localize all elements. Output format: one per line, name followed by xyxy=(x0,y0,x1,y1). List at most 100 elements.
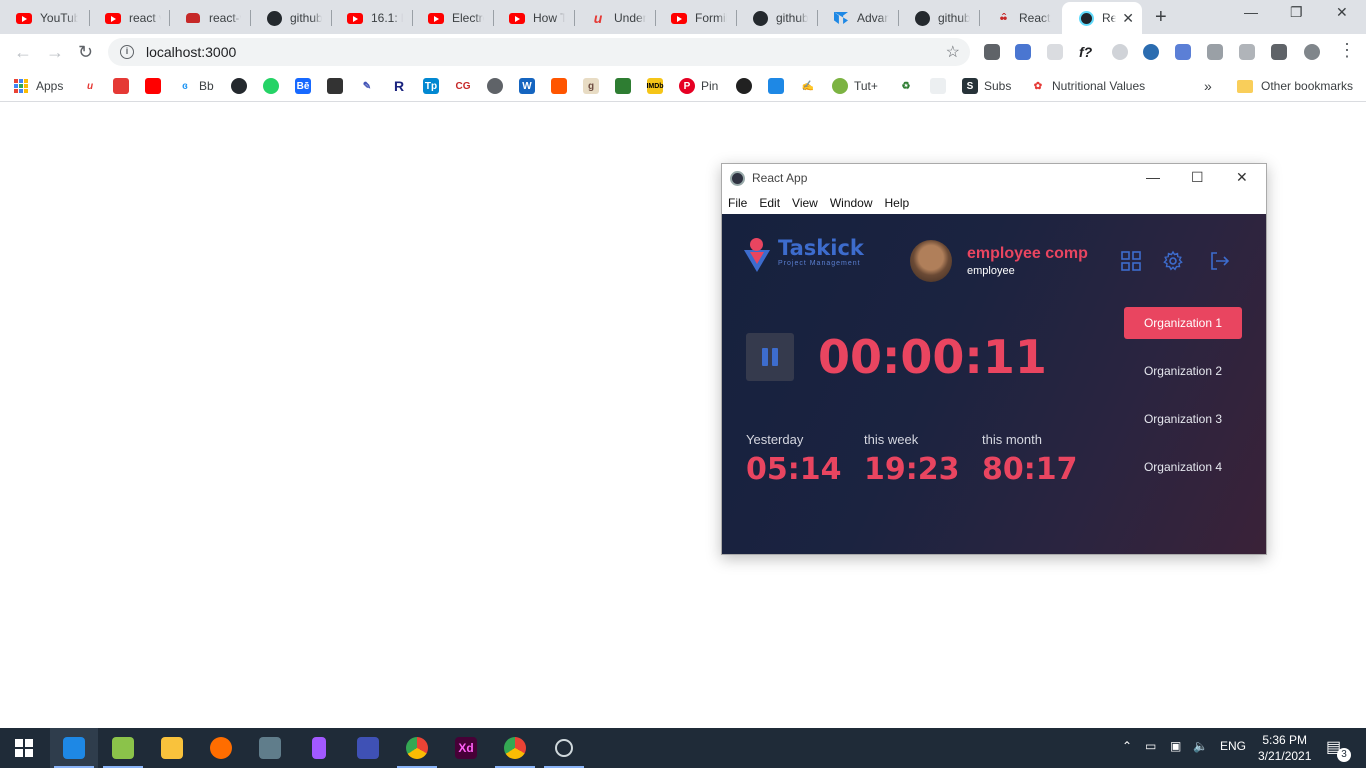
organization-1-button[interactable]: Organization 1 xyxy=(1124,307,1242,339)
bookmark[interactable]: g xyxy=(583,76,605,96)
menu-view[interactable]: View xyxy=(792,196,818,210)
bookmark[interactable]: IMDb xyxy=(646,76,669,96)
close-window-icon[interactable]: ✕ xyxy=(1336,4,1348,21)
chrome-taskbar-button[interactable] xyxy=(393,728,441,768)
vscode-taskbar-button[interactable] xyxy=(50,728,98,768)
maximize-icon[interactable]: ☐ xyxy=(1191,169,1204,186)
chevron-up-icon[interactable]: ⌃ xyxy=(1122,739,1132,753)
window-title-bar[interactable]: React App xyxy=(722,164,1266,192)
forward-icon[interactable]: → xyxy=(46,42,64,63)
dashboard-icon[interactable] xyxy=(1120,250,1142,272)
new-tab-icon[interactable]: + xyxy=(1155,6,1167,29)
browser-tab[interactable]: react-vi xyxy=(169,4,249,32)
bookmark[interactable]: ♻ xyxy=(898,76,920,96)
bookmark[interactable] xyxy=(768,76,790,96)
xd-taskbar-button[interactable]: Xd xyxy=(442,728,490,768)
calculator-taskbar-button[interactable] xyxy=(246,728,294,768)
file-explorer-taskbar-button[interactable] xyxy=(148,728,196,768)
bookmark[interactable] xyxy=(736,76,758,96)
font-icon[interactable]: f? xyxy=(1079,44,1095,60)
bookmark[interactable]: R xyxy=(391,76,413,96)
bookmark[interactable]: Tp xyxy=(423,76,445,96)
bookmark-subs[interactable]: S Subs xyxy=(962,76,1011,96)
extension-icon[interactable] xyxy=(1143,44,1159,60)
browser-tab[interactable]: YouTub xyxy=(0,4,86,32)
restore-icon[interactable]: ❐ xyxy=(1290,4,1303,21)
browser-tab[interactable]: github.c xyxy=(898,4,978,32)
pause-button[interactable] xyxy=(746,333,794,381)
minimize-icon[interactable]: — xyxy=(1146,169,1160,185)
menu-edit[interactable]: Edit xyxy=(759,196,780,210)
browser-tab[interactable]: 16.1: let xyxy=(331,4,411,32)
bookmark[interactable] xyxy=(327,76,349,96)
extension-icon[interactable] xyxy=(1047,44,1063,60)
shield-icon[interactable] xyxy=(1239,44,1255,60)
menu-window[interactable]: Window xyxy=(830,196,873,210)
bookmark[interactable] xyxy=(145,76,167,96)
bookmark-other[interactable]: Other bookmarks xyxy=(1237,76,1353,96)
puzzle-icon[interactable] xyxy=(1271,44,1287,60)
browser-tab[interactable]: Electron xyxy=(412,4,492,32)
organization-3-button[interactable]: Organization 3 xyxy=(1124,403,1242,435)
menu-file[interactable]: File xyxy=(728,196,747,210)
browser-tab[interactable]: github.c xyxy=(250,4,330,32)
minimize-icon[interactable]: — xyxy=(1244,4,1258,20)
bookmark[interactable] xyxy=(263,76,285,96)
browser-tab[interactable]: How To xyxy=(493,4,573,32)
browser-tab[interactable]: github.c xyxy=(736,4,816,32)
bookmark[interactable] xyxy=(113,76,135,96)
app-taskbar-button[interactable] xyxy=(99,728,147,768)
info-icon[interactable]: i xyxy=(120,45,134,59)
bookmark-apps[interactable]: Apps xyxy=(14,76,63,96)
language-indicator[interactable]: ENG xyxy=(1220,739,1246,753)
translate-icon[interactable] xyxy=(1015,44,1031,60)
chrome-taskbar-button[interactable] xyxy=(491,728,539,768)
address-bar[interactable]: i localhost:3000 ☆ xyxy=(108,38,970,66)
organization-2-button[interactable]: Organization 2 xyxy=(1124,355,1242,387)
bookmark[interactable] xyxy=(231,76,253,96)
electron-taskbar-button[interactable] xyxy=(540,728,588,768)
extension-icon[interactable] xyxy=(984,44,1000,60)
extension-icon[interactable] xyxy=(1112,44,1128,60)
avatar-icon[interactable] xyxy=(1304,44,1320,60)
clock[interactable]: 5:36 PM 3/21/2021 xyxy=(1258,732,1311,764)
volume-icon[interactable]: 🔈 xyxy=(1193,739,1208,753)
browser-tab[interactable]: •̂•React R xyxy=(979,4,1059,32)
browser-tab[interactable]: Advanc xyxy=(817,4,897,32)
menu-icon[interactable]: ⋮ xyxy=(1338,40,1356,61)
close-tab-icon[interactable]: ✕ xyxy=(1116,10,1134,27)
bookmark[interactable] xyxy=(487,76,509,96)
browser-tab[interactable]: Formik xyxy=(655,4,735,32)
logout-icon[interactable] xyxy=(1208,250,1230,272)
bookmark[interactable] xyxy=(930,76,952,96)
browser-tab[interactable]: uUnders xyxy=(574,4,654,32)
bookmark[interactable]: W xyxy=(519,76,541,96)
bookmark[interactable]: ✍ xyxy=(800,76,822,96)
back-icon[interactable]: ← xyxy=(14,42,32,63)
close-icon[interactable]: ✕ xyxy=(1236,169,1248,186)
extension-icon[interactable] xyxy=(1175,44,1191,60)
bookmark-bb[interactable]: ɞ Bb xyxy=(177,76,214,96)
figma-taskbar-button[interactable] xyxy=(295,728,343,768)
bookmark-tutplus[interactable]: Tut+ xyxy=(832,76,878,96)
bookmarks-overflow[interactable]: » xyxy=(1204,76,1212,96)
bookmark-nutritional[interactable]: ✿ Nutritional Values xyxy=(1030,76,1145,96)
avatar[interactable] xyxy=(910,240,952,282)
app-taskbar-button[interactable] xyxy=(197,728,245,768)
app-taskbar-button[interactable] xyxy=(344,728,392,768)
star-icon[interactable]: ☆ xyxy=(946,42,960,62)
battery-icon[interactable]: ▭ xyxy=(1145,739,1156,753)
bookmark[interactable] xyxy=(551,76,573,96)
bookmark[interactable]: Bē xyxy=(295,76,317,96)
start-button[interactable] xyxy=(0,728,48,768)
bookmark[interactable]: CG xyxy=(455,76,477,96)
browser-tab-active[interactable]: Rea✕ xyxy=(1062,2,1142,34)
bookmark[interactable]: u xyxy=(82,76,104,96)
url-text[interactable]: localhost:3000 xyxy=(146,44,236,60)
organization-4-button[interactable]: Organization 4 xyxy=(1124,451,1242,483)
bookmark[interactable]: ✎ xyxy=(359,76,381,96)
network-icon[interactable]: ▣ xyxy=(1170,739,1181,753)
extension-icon[interactable] xyxy=(1207,44,1223,60)
gear-icon[interactable] xyxy=(1162,250,1184,272)
bookmark-pin[interactable]: P Pin xyxy=(679,76,718,96)
